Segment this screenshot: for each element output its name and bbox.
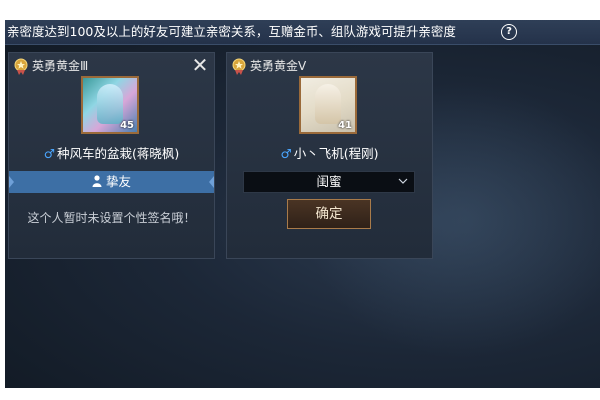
player-name-text: 种风车的盆栽(蒋晓枫) — [56, 146, 180, 161]
avatar-figure — [315, 84, 341, 124]
intimacy-tip-text: 亲密度达到100及以上的好友可建立亲密关系，互赠金币、组队游戏可提升亲密度 — [7, 24, 456, 39]
relation-select-value: 闺蜜 — [316, 174, 342, 189]
male-symbol-icon: ♂ — [43, 146, 55, 161]
avatar[interactable]: 45 — [81, 76, 139, 134]
gold-medal-icon — [232, 58, 246, 75]
friend-card-existing: 英勇黄金Ⅲ ✕ 45 ♂ 种风车的盆栽(蒋晓枫) 挚友 这个人暂时未设置个性签名哦… — [8, 52, 215, 259]
relation-select[interactable]: 闺蜜 — [243, 171, 415, 193]
avatar-figure — [97, 84, 123, 124]
friend-card-pending: 英勇黄金Ⅴ 41 ♂ 小丶飞机(程刚) 闺蜜 确定 — [226, 52, 433, 259]
rank-text: 英勇黄金Ⅴ — [250, 59, 307, 73]
male-symbol-icon: ♂ — [280, 146, 292, 161]
avatar-level: 41 — [338, 120, 352, 131]
player-name: ♂ 小丶飞机(程刚) — [227, 143, 432, 162]
signature-text: 这个人暂时未设置个性签名哦！ — [27, 211, 196, 225]
player-name: ♂ 种风车的盆栽(蒋晓枫) — [9, 143, 214, 162]
rank-label: 英勇黄金Ⅴ — [231, 56, 306, 76]
relation-badge: 挚友 — [9, 171, 214, 193]
relation-text: 挚友 — [105, 174, 131, 189]
close-icon[interactable]: ✕ — [190, 55, 210, 75]
rank-label: 英勇黄金Ⅲ — [13, 56, 88, 76]
gold-medal-icon — [14, 58, 28, 75]
avatar[interactable]: 41 — [299, 76, 357, 134]
intimacy-tip-bar: 亲密度达到100及以上的好友可建立亲密关系，互赠金币、组队游戏可提升亲密度 ? — [5, 20, 600, 45]
confirm-button[interactable]: 确定 — [287, 199, 371, 229]
help-icon[interactable]: ? — [501, 24, 517, 40]
rank-text: 英勇黄金Ⅲ — [32, 59, 89, 73]
chevron-down-icon — [398, 178, 408, 184]
friend-icon — [92, 172, 102, 194]
player-name-text: 小丶飞机(程刚) — [293, 146, 379, 161]
game-screen: 亲密度达到100及以上的好友可建立亲密关系，互赠金币、组队游戏可提升亲密度 ? … — [5, 20, 600, 388]
avatar-level: 45 — [120, 120, 134, 131]
